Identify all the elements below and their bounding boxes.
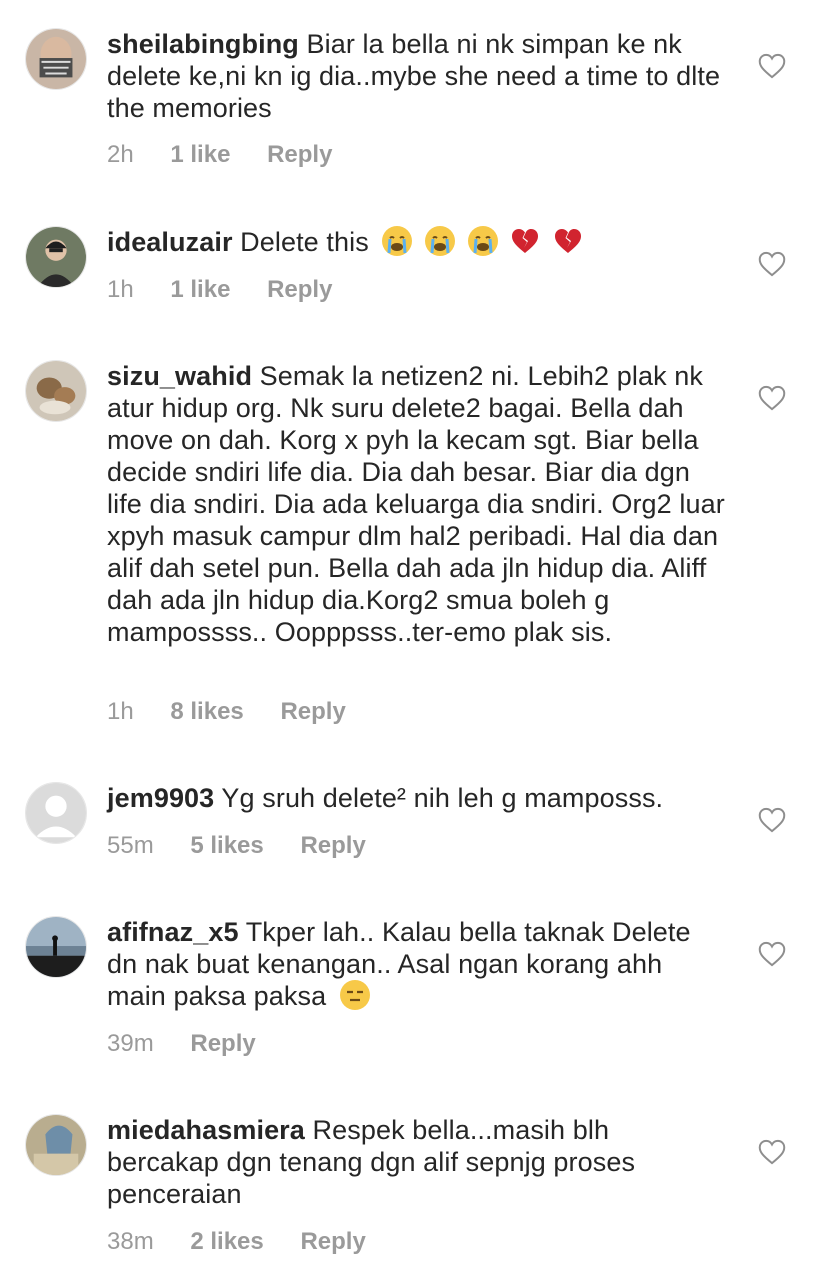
comment-meta: 38m 2 likes Reply xyxy=(107,1228,396,1256)
reply-button[interactable]: Reply xyxy=(267,141,332,169)
comment-meta: 55m 5 likes Reply xyxy=(107,832,396,860)
crying-face-emoji xyxy=(382,226,413,256)
comment-body: idealuzair Delete this xyxy=(107,226,727,258)
heart-outline-icon[interactable] xyxy=(758,251,786,277)
timestamp: 1h xyxy=(107,276,134,303)
heart-outline-icon[interactable] xyxy=(758,807,786,833)
expressionless-face-emoji xyxy=(339,980,370,1010)
crying-face-emoji xyxy=(425,226,456,256)
comment-text: Semak la netizen2 ni. Lebih2 plak nk atu… xyxy=(107,361,725,647)
comment-text: Delete this xyxy=(240,227,369,257)
reply-button[interactable]: Reply xyxy=(300,832,365,860)
broken-heart-emoji xyxy=(510,226,540,256)
username[interactable]: sheilabingbing xyxy=(107,29,299,59)
timestamp: 1h xyxy=(107,698,134,725)
heart-outline-icon[interactable] xyxy=(758,385,786,411)
comment-body: sizu_wahid Semak la netizen2 ni. Lebih2 … xyxy=(107,360,727,648)
username[interactable]: jem9903 xyxy=(107,783,214,813)
comment-body: jem9903 Yg sruh delete² nih leh g mampos… xyxy=(107,782,727,814)
timestamp: 38m xyxy=(107,1228,154,1255)
heart-outline-icon[interactable] xyxy=(758,1139,786,1165)
comment-meta: 1h 1 like Reply xyxy=(107,276,362,304)
comment-meta: 39m Reply xyxy=(107,1030,286,1058)
comment-body: miedahasmiera Respek bella...masih blh b… xyxy=(107,1114,727,1210)
avatar[interactable] xyxy=(25,782,87,844)
timestamp: 2h xyxy=(107,141,134,168)
likes-count[interactable]: 5 likes xyxy=(190,832,263,860)
reply-button[interactable]: Reply xyxy=(190,1030,255,1058)
likes-count[interactable]: 8 likes xyxy=(170,698,243,726)
reply-button[interactable]: Reply xyxy=(280,698,345,726)
crying-face-emoji xyxy=(467,226,498,256)
reply-button[interactable]: Reply xyxy=(267,276,332,304)
avatar[interactable] xyxy=(25,1114,87,1176)
username[interactable]: idealuzair xyxy=(107,227,233,257)
username[interactable]: miedahasmiera xyxy=(107,1115,305,1145)
username[interactable]: afifnaz_x5 xyxy=(107,917,239,947)
likes-count[interactable]: 1 like xyxy=(170,141,230,169)
avatar[interactable] xyxy=(25,28,87,90)
reply-button[interactable]: Reply xyxy=(300,1228,365,1256)
comment-body: sheilabingbing Biar la bella ni nk simpa… xyxy=(107,28,727,124)
comment-meta: 2h 1 like Reply xyxy=(107,141,362,169)
likes-count[interactable]: 2 likes xyxy=(190,1228,263,1256)
comment-text: Yg sruh delete² nih leh g mamposss. xyxy=(221,783,664,813)
likes-count[interactable]: 1 like xyxy=(170,276,230,304)
comment-body: afifnaz_x5 Tkper lah.. Kalau bella takna… xyxy=(107,916,727,1012)
username[interactable]: sizu_wahid xyxy=(107,361,252,391)
timestamp: 55m xyxy=(107,832,154,859)
avatar[interactable] xyxy=(25,360,87,422)
timestamp: 39m xyxy=(107,1030,154,1057)
heart-outline-icon[interactable] xyxy=(758,53,786,79)
broken-heart-emoji xyxy=(553,226,583,256)
avatar[interactable] xyxy=(25,226,87,288)
avatar[interactable] xyxy=(25,916,87,978)
emoji-list xyxy=(382,226,587,257)
comment-meta: 1h 8 likes Reply xyxy=(107,698,376,726)
heart-outline-icon[interactable] xyxy=(758,941,786,967)
